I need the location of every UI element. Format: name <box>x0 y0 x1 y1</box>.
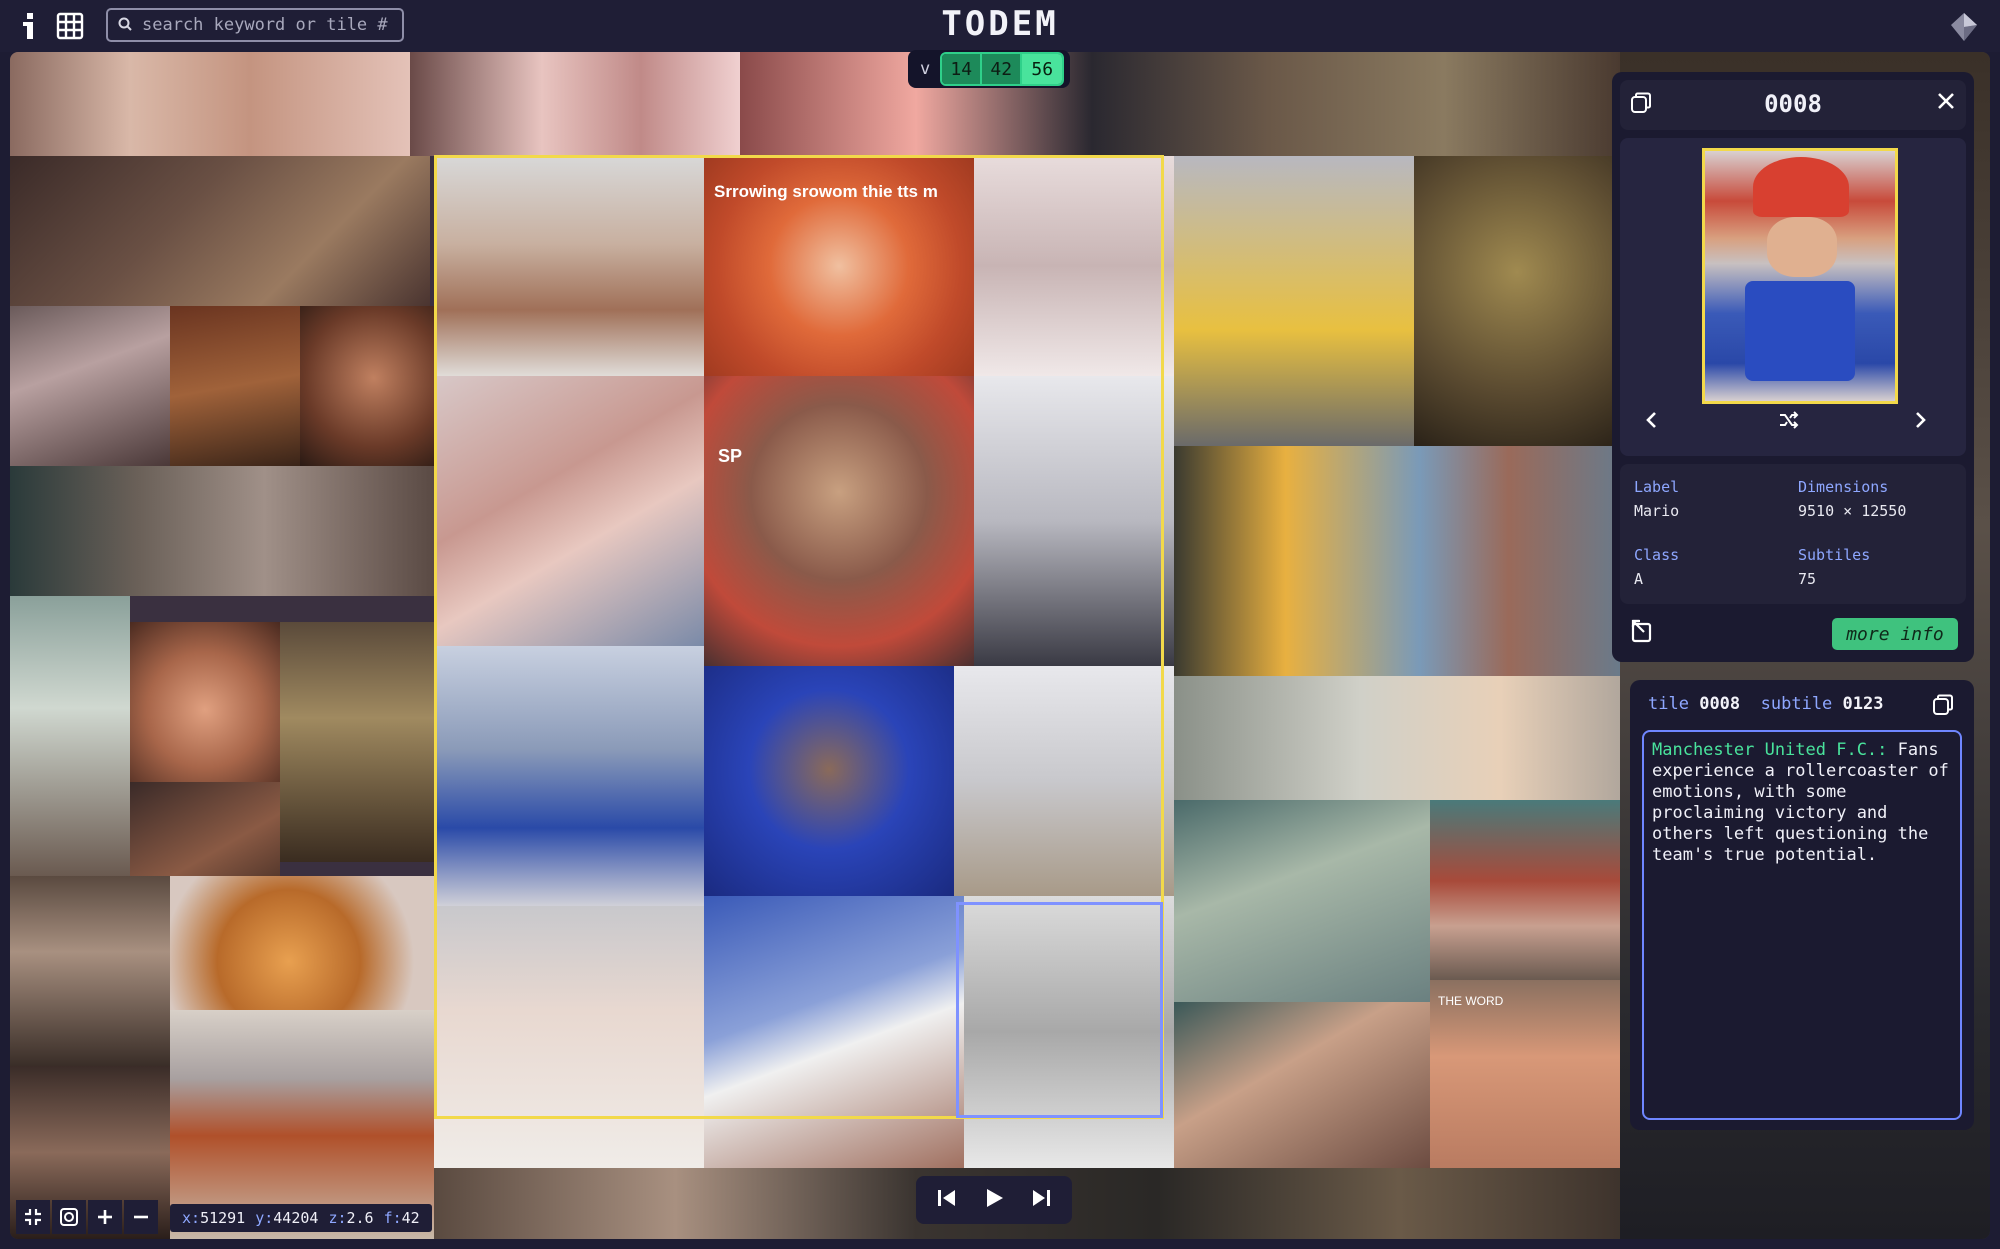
subtiles-value: 75 <box>1798 570 1817 588</box>
mosaic-photo <box>740 52 1620 156</box>
zoom-in-icon[interactable] <box>88 1200 122 1234</box>
mosaic-photo <box>10 306 170 466</box>
top-bar: TODEM <box>0 0 2000 52</box>
y-coordinate: y:44204 <box>255 1209 319 1227</box>
mosaic-photo <box>434 906 704 1168</box>
play-icon[interactable] <box>982 1186 1006 1214</box>
frame-readout: f:42 <box>383 1209 420 1227</box>
skip-forward-icon[interactable] <box>1030 1187 1052 1213</box>
zoom-out-icon[interactable] <box>124 1200 158 1234</box>
subtile-header: tile 0008 subtile 0123 <box>1648 694 1884 714</box>
version-group: 14 42 56 <box>940 52 1065 86</box>
mosaic-photo <box>10 52 410 156</box>
mosaic-photo <box>1174 156 1414 446</box>
mosaic-photo <box>434 156 704 376</box>
close-icon[interactable] <box>1936 91 1956 115</box>
mosaic-photo <box>974 156 1174 376</box>
tile-preview-image[interactable] <box>1702 148 1898 404</box>
mosaic-photo: SP <box>704 376 974 666</box>
mosaic-photo <box>280 622 434 862</box>
chevron-right-icon[interactable] <box>1912 410 1928 434</box>
playback-controls <box>916 1176 1072 1224</box>
description-text-box[interactable]: Manchester United F.C.: Fans experience … <box>1642 730 1962 1120</box>
tile-detail-panel: 0008 Label Mario Dimensions 9510 × 12550 <box>1612 72 1974 662</box>
x-coordinate: x:51291 <box>182 1209 246 1227</box>
fit-view-icon[interactable] <box>16 1200 50 1234</box>
subtile-value: 0123 <box>1842 694 1884 714</box>
tile-id-title: 0008 <box>1764 90 1822 118</box>
mosaic-photo <box>1174 1002 1430 1172</box>
mosaic-photo <box>974 376 1174 666</box>
mosaic-photo <box>434 376 704 646</box>
subtile-description-panel: tile 0008 subtile 0123 Manchester United… <box>1630 680 1974 1130</box>
search-box[interactable] <box>106 8 404 42</box>
version-selector: v 14 42 56 <box>908 50 1071 88</box>
mosaic-photo <box>300 306 434 466</box>
more-info-button[interactable]: more info <box>1832 618 1958 650</box>
label-field: Label Mario <box>1634 478 1679 520</box>
subtiles-key: Subtiles <box>1798 546 1871 564</box>
label-key: Label <box>1634 478 1680 496</box>
mosaic-caption: THE WORD <box>1438 994 1504 1008</box>
chevron-left-icon[interactable] <box>1644 410 1660 434</box>
search-input[interactable] <box>142 15 392 35</box>
mosaic-photo <box>10 466 434 596</box>
tile-preview-card <box>1620 138 1966 456</box>
class-field: Class A <box>1634 546 1679 588</box>
shuffle-icon[interactable] <box>1778 410 1800 434</box>
mosaic-photo <box>1174 800 1430 1002</box>
class-key: Class <box>1634 546 1680 564</box>
mosaic-photo <box>1174 676 1640 800</box>
version-label: v <box>920 59 931 79</box>
mosaic-photo: THE WORD <box>1430 980 1640 1172</box>
info-icon[interactable] <box>14 10 46 42</box>
tile-panel-header: 0008 <box>1620 80 1966 130</box>
mosaic-photo <box>170 306 300 466</box>
subtile-key: subtile <box>1760 694 1833 714</box>
mosaic-photo <box>704 666 954 896</box>
open-external-icon[interactable] <box>1630 618 1656 648</box>
dimensions-key: Dimensions <box>1798 478 1889 496</box>
dimensions-value: 9510 × 12550 <box>1798 502 1907 520</box>
mosaic-caption: Srrowing srowom thie tts m <box>714 182 938 201</box>
coordinate-readout: x:51291 y:44204 z:2.6 f:42 <box>170 1204 432 1232</box>
app-title: TODEM <box>941 4 1059 44</box>
skip-back-icon[interactable] <box>936 1187 958 1213</box>
z-coordinate: z:2.6 <box>328 1209 374 1227</box>
search-icon <box>118 16 132 35</box>
grid-icon[interactable] <box>54 10 86 42</box>
version-option-56[interactable]: 56 <box>1022 54 1063 84</box>
subtiles-field: Subtiles 75 <box>1798 546 1870 588</box>
mosaic-photo <box>1174 446 1620 676</box>
dimensions-field: Dimensions 9510 × 12550 <box>1798 478 1906 520</box>
view-toolbar <box>16 1200 158 1234</box>
mosaic-photo <box>964 896 1174 1168</box>
copy-icon[interactable] <box>1932 694 1954 720</box>
mosaic-photo <box>954 666 1174 896</box>
gem-logo-icon <box>1950 12 1978 42</box>
mosaic-photo <box>1430 800 1640 980</box>
description-subject: Manchester United F.C.: <box>1652 740 1888 760</box>
mosaic-photo <box>410 52 740 156</box>
mosaic-photo: Srrowing srowom thie tts m <box>704 156 974 376</box>
mosaic-photo <box>10 596 130 876</box>
tile-value: 0008 <box>1699 694 1741 714</box>
mosaic-photo <box>1414 156 1620 446</box>
mosaic-photo <box>130 622 280 782</box>
mosaic-photo <box>10 876 170 1066</box>
mosaic-photo <box>434 646 704 906</box>
mosaic-photo <box>10 156 430 306</box>
tile-key: tile <box>1648 694 1689 714</box>
label-value: Mario <box>1634 502 1680 520</box>
version-option-14[interactable]: 14 <box>942 54 983 84</box>
class-value: A <box>1634 570 1644 588</box>
tile-metadata: Label Mario Dimensions 9510 × 12550 Clas… <box>1620 464 1966 604</box>
screenshot-icon[interactable] <box>52 1200 86 1234</box>
mosaic-caption: SP <box>718 446 743 466</box>
mosaic-photo <box>704 896 964 1168</box>
version-option-42[interactable]: 42 <box>982 54 1023 84</box>
